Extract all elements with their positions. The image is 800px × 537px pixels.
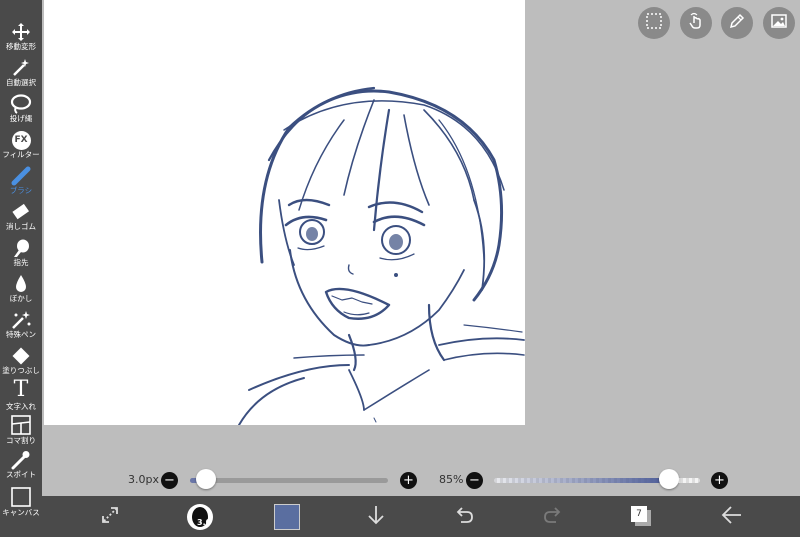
transform-icon: [99, 504, 121, 530]
pen-button[interactable]: [721, 7, 753, 39]
brush-size-decrease-button[interactable]: −: [161, 472, 178, 489]
tool-label: ぼかし: [9, 294, 33, 303]
tool-eyedropper[interactable]: スポイト: [0, 450, 42, 486]
redo-button[interactable]: [533, 496, 573, 537]
tool-label: 消しゴム: [6, 222, 36, 231]
undo-icon: [453, 504, 475, 530]
panel-icon: [10, 414, 32, 436]
fill-bucket-icon: [10, 346, 32, 366]
color-swatch: [274, 503, 300, 530]
selection-button[interactable]: [638, 7, 670, 39]
brush-size-value: 3.0px: [128, 473, 159, 486]
tool-label: コマ割り: [6, 436, 36, 445]
tool-label: ブラシ: [9, 186, 33, 195]
back-arrow-icon: [720, 504, 744, 530]
tool-sidebar: 移動変形 自動選択 投げ縄 FX フィルター ブラシ 消しゴム 指先 ぼかし 特…: [0, 0, 42, 537]
layers-button[interactable]: 7: [622, 496, 662, 537]
bottom-toolbar: 3.0 7: [42, 496, 800, 537]
touch-icon: [687, 12, 705, 34]
opacity-increase-button[interactable]: +: [711, 472, 728, 489]
layers-icon: 7: [631, 505, 653, 528]
brush-icon: [10, 166, 32, 186]
image-button[interactable]: [763, 7, 795, 39]
brush-preview-button[interactable]: 3.0: [180, 496, 220, 537]
blur-drop-icon: [10, 274, 32, 294]
tool-special-pen[interactable]: 特殊ペン: [0, 310, 42, 346]
opacity-decrease-button[interactable]: −: [466, 472, 483, 489]
transform-button[interactable]: [90, 496, 130, 537]
touch-button[interactable]: [680, 7, 712, 39]
tool-brush[interactable]: ブラシ: [0, 166, 42, 202]
tool-move[interactable]: 移動変形: [0, 22, 42, 58]
pen-icon: [728, 12, 746, 34]
tool-panel[interactable]: コマ割り: [0, 414, 42, 450]
tool-filter[interactable]: FX フィルター: [0, 130, 42, 166]
tool-canvas[interactable]: キャンバス: [0, 486, 42, 522]
tool-blur[interactable]: ぼかし: [0, 274, 42, 310]
download-button[interactable]: [356, 496, 396, 537]
tool-label: 塗りつぶし: [2, 366, 40, 375]
tool-label: キャンバス: [2, 508, 40, 517]
opacity-value: 85%: [439, 473, 464, 486]
tool-label: 自動選択: [6, 78, 36, 87]
selection-icon: [645, 12, 663, 34]
fx-icon: FX: [10, 130, 32, 150]
brush-size-slider-track[interactable]: [190, 478, 388, 483]
brush-preview-icon: 3.0: [187, 503, 213, 530]
download-icon: [365, 503, 387, 531]
finger-icon: [10, 238, 32, 258]
tool-label: 文字入れ: [6, 402, 36, 411]
tool-text[interactable]: T 文字入れ: [0, 378, 42, 414]
eyedropper-icon: [10, 450, 32, 470]
text-icon: T: [13, 377, 29, 402]
tool-finger[interactable]: 指先: [0, 238, 42, 274]
opacity-slider-fill: [494, 478, 670, 483]
image-icon: [770, 12, 788, 34]
undo-button[interactable]: [444, 496, 484, 537]
redo-icon: [542, 504, 564, 530]
drawing-canvas[interactable]: [44, 0, 525, 425]
tool-label: 指先: [13, 258, 29, 267]
back-button[interactable]: [712, 496, 752, 537]
tool-label: 特殊ペン: [6, 330, 36, 339]
tool-label: 投げ縄: [9, 114, 33, 123]
opacity-slider-thumb[interactable]: [659, 469, 680, 489]
tool-lasso[interactable]: 投げ縄: [0, 94, 42, 130]
tool-auto-select[interactable]: 自動選択: [0, 58, 42, 94]
move-icon: [10, 22, 32, 42]
eraser-icon: [10, 202, 32, 222]
lasso-icon: [10, 94, 32, 114]
sketch-artwork: [238, 86, 525, 425]
tool-label: フィルター: [2, 150, 40, 159]
magic-wand-icon: [10, 58, 32, 78]
special-pen-icon: [10, 310, 32, 330]
brush-preview-size: 3.0: [197, 517, 212, 527]
brush-size-increase-button[interactable]: +: [400, 472, 417, 489]
color-button[interactable]: [267, 496, 307, 537]
canvas-icon: [10, 486, 32, 508]
tool-label: スポイト: [6, 470, 36, 479]
layer-count: 7: [631, 505, 647, 522]
tool-eraser[interactable]: 消しゴム: [0, 202, 42, 238]
tool-label: 移動変形: [6, 42, 36, 51]
brush-size-slider-thumb[interactable]: [195, 469, 216, 489]
